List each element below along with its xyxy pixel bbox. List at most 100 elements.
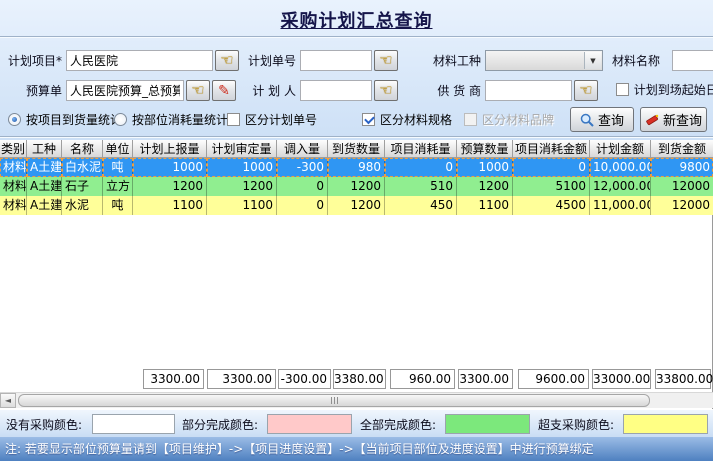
table-cell[interactable]: -300 bbox=[277, 158, 328, 177]
option-split-material-spec[interactable]: 区分材料规格 bbox=[362, 111, 452, 128]
option-by-part-consumption[interactable]: 按部位消耗量统计 bbox=[114, 111, 228, 128]
supplier-picker-button[interactable]: ☜ bbox=[574, 80, 598, 101]
scrollbar-thumb[interactable] bbox=[18, 394, 650, 407]
table-cell[interactable]: 白水泥 bbox=[62, 158, 103, 177]
table-cell[interactable]: 材料 bbox=[0, 196, 27, 215]
column-header[interactable]: 调入量 bbox=[277, 140, 328, 158]
table-cell[interactable]: 1000 bbox=[207, 158, 277, 177]
material-type-select[interactable]: ▼ bbox=[485, 50, 603, 71]
table-cell[interactable]: 吨 bbox=[103, 196, 133, 215]
table-cell[interactable]: 1100 bbox=[457, 196, 513, 215]
planner-picker-button[interactable]: ☜ bbox=[374, 80, 398, 101]
table-cell[interactable]: 0 bbox=[277, 196, 328, 215]
column-header[interactable]: 计划审定量 bbox=[207, 140, 277, 158]
table-cell[interactable]: 10,000.00 bbox=[590, 158, 651, 177]
table-cell[interactable]: 水泥 bbox=[62, 196, 103, 215]
budget-picker-button[interactable]: ☜ bbox=[186, 80, 210, 101]
arrival-start-checkbox[interactable] bbox=[616, 83, 629, 96]
checkbox-disabled-icon bbox=[464, 113, 477, 126]
table-cell[interactable]: A土建 bbox=[27, 158, 62, 177]
checkbox-icon[interactable] bbox=[227, 113, 240, 126]
column-header[interactable]: 计划金额 bbox=[590, 140, 651, 158]
column-header[interactable]: 到货金额 bbox=[651, 140, 713, 158]
plan-no-picker-button[interactable]: ☜ bbox=[374, 50, 398, 71]
table-cell[interactable]: 吨 bbox=[103, 158, 133, 177]
option-split-plan-no[interactable]: 区分计划单号 bbox=[227, 111, 317, 128]
table-cell[interactable]: 12000 bbox=[651, 177, 713, 196]
table-cell[interactable]: A土建 bbox=[27, 177, 62, 196]
total-plan-reported: 3300.00 bbox=[143, 369, 204, 389]
table-cell[interactable]: 4500 bbox=[513, 196, 590, 215]
total-consumed-amount: 9600.00 bbox=[518, 369, 589, 389]
option-by-project-arrival[interactable]: 按项目到货量统计 bbox=[8, 111, 122, 128]
column-header[interactable]: 计划上报量 bbox=[133, 140, 207, 158]
table-cell[interactable]: 1000 bbox=[133, 158, 207, 177]
table-cell[interactable]: 0 bbox=[385, 158, 457, 177]
scroll-left-arrow-icon[interactable]: ◄ bbox=[0, 393, 16, 408]
table-cell[interactable]: 立方 bbox=[103, 177, 133, 196]
radio-icon[interactable] bbox=[114, 113, 127, 126]
procurement-summary-window: 采购计划汇总查询 计划项目* ☜ 计划单号 ☜ 材料工种 ▼ 材料名称 预算单 … bbox=[0, 0, 713, 461]
column-header[interactable]: 名称 bbox=[62, 140, 103, 158]
table-row[interactable]: 材料 A土建 石子 立方 1200 1200 0 1200 510 1200 5… bbox=[0, 177, 713, 196]
table-cell[interactable]: 1100 bbox=[207, 196, 277, 215]
table-cell[interactable]: A土建 bbox=[27, 196, 62, 215]
table-row[interactable]: 材料 A土建 水泥 吨 1100 1100 0 1200 450 1100 45… bbox=[0, 196, 713, 215]
table-cell[interactable]: 980 bbox=[328, 158, 385, 177]
color-legend: 没有采购颜色: 部分完成颜色: 全部完成颜色: 超支采购颜色: bbox=[0, 409, 713, 437]
column-header[interactable]: 项目消耗金额 bbox=[513, 140, 590, 158]
table-cell[interactable]: 1200 bbox=[133, 177, 207, 196]
column-header[interactable]: 预算数量 bbox=[457, 140, 513, 158]
table-cell[interactable]: 1100 bbox=[133, 196, 207, 215]
plan-project-label: 计划项目* bbox=[0, 53, 62, 69]
column-header[interactable]: 项目消耗量 bbox=[385, 140, 457, 158]
table-cell[interactable]: 石子 bbox=[62, 177, 103, 196]
legend-swatch-complete bbox=[445, 414, 530, 434]
plan-no-input[interactable] bbox=[300, 50, 372, 71]
total-transfer-in: -300.00 bbox=[278, 369, 331, 389]
planner-label: 计 划 人 bbox=[246, 83, 296, 99]
table-cell[interactable]: 510 bbox=[385, 177, 457, 196]
hand-picker-icon: ☜ bbox=[220, 53, 233, 68]
table-cell[interactable]: 1200 bbox=[457, 177, 513, 196]
table-cell[interactable]: 11,000.00 bbox=[590, 196, 651, 215]
column-header[interactable]: 单位 bbox=[103, 140, 133, 158]
table-cell[interactable]: 12,000.00 bbox=[590, 177, 651, 196]
horizontal-scrollbar[interactable]: ◄ bbox=[0, 392, 713, 408]
status-note-bar: 注: 若要显示部位预算量请到【项目维护】->【项目进度设置】->【当前项目部位及… bbox=[0, 437, 713, 461]
table-cell[interactable]: 材料 bbox=[0, 158, 27, 177]
table-cell[interactable]: 1200 bbox=[328, 196, 385, 215]
search-icon bbox=[580, 113, 594, 127]
checkbox-checked-icon[interactable] bbox=[362, 113, 375, 126]
supplier-label: 供 货 商 bbox=[433, 83, 481, 99]
table-cell[interactable]: 5100 bbox=[513, 177, 590, 196]
column-header[interactable]: 类别 bbox=[0, 140, 27, 158]
arrival-start-option[interactable]: 计划到场起始日 bbox=[616, 81, 713, 98]
material-type-label: 材料工种 bbox=[433, 53, 481, 69]
query-button[interactable]: 查询 bbox=[570, 107, 634, 132]
table-cell[interactable]: 1200 bbox=[328, 177, 385, 196]
column-header[interactable]: 到货数量 bbox=[328, 140, 385, 158]
table-cell[interactable]: 0 bbox=[513, 158, 590, 177]
budget-edit-button[interactable]: ✎ bbox=[212, 80, 236, 101]
divider-form bbox=[0, 136, 713, 138]
table-cell[interactable]: 1000 bbox=[457, 158, 513, 177]
plan-project-picker-button[interactable]: ☜ bbox=[215, 50, 239, 71]
table-cell[interactable]: 材料 bbox=[0, 177, 27, 196]
table-cell[interactable]: 1200 bbox=[207, 177, 277, 196]
legend-swatch-none bbox=[92, 414, 175, 434]
table-cell[interactable]: 12000 bbox=[651, 196, 713, 215]
supplier-input[interactable] bbox=[485, 80, 572, 101]
plan-project-input[interactable] bbox=[66, 50, 213, 71]
radio-selected-icon[interactable] bbox=[8, 113, 21, 126]
planner-input[interactable] bbox=[300, 80, 372, 101]
budget-input[interactable] bbox=[66, 80, 184, 101]
table-cell[interactable]: 450 bbox=[385, 196, 457, 215]
new-query-button[interactable]: 新查询 bbox=[640, 107, 707, 132]
table-cell[interactable]: 9800 bbox=[651, 158, 713, 177]
table-row-selected[interactable]: 材料 A土建 白水泥 吨 1000 1000 -300 980 0 1000 0… bbox=[0, 158, 713, 177]
chevron-down-icon[interactable]: ▼ bbox=[584, 52, 601, 69]
column-header[interactable]: 工种 bbox=[27, 140, 62, 158]
material-name-input[interactable] bbox=[672, 50, 713, 71]
table-cell[interactable]: 0 bbox=[277, 177, 328, 196]
